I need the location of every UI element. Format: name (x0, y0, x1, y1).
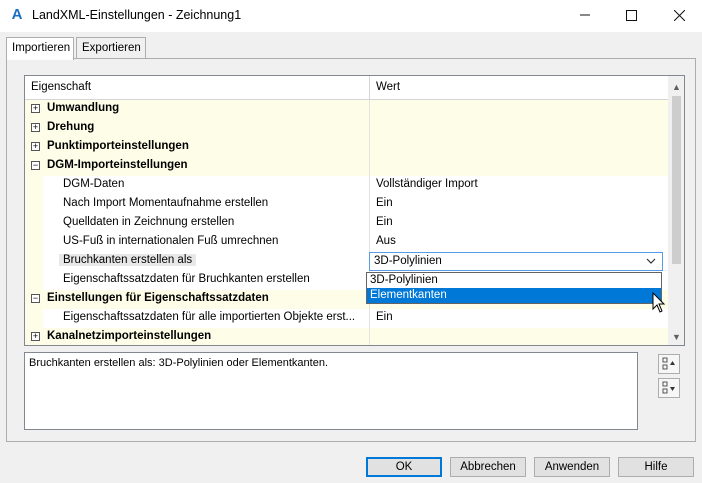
expand-icon[interactable]: + (31, 332, 40, 341)
row-label: Einstellungen für Eigenschaftssatzdaten (47, 292, 269, 304)
category-row-punktimport[interactable]: + Punktimporteinstellungen (25, 138, 668, 157)
row-label: Quelldaten in Zeichnung erstellen (25, 214, 369, 233)
column-header-property[interactable]: Eigenschaft (25, 76, 369, 100)
combobox-value: 3D-Polylinien (374, 255, 442, 267)
property-row-quelldaten[interactable]: Quelldaten in Zeichnung erstellen Ein (25, 214, 668, 233)
row-label: Eigenschaftssatzdaten für alle importier… (25, 309, 369, 328)
row-label: Bruchkanten erstellen als (59, 254, 197, 266)
scroll-up-icon[interactable]: ▲ (668, 78, 684, 95)
sort-down-icon (662, 381, 675, 394)
row-value[interactable]: Vollständiger Import (369, 176, 668, 195)
row-value (369, 138, 668, 157)
tab-exportieren[interactable]: Exportieren (76, 37, 146, 59)
row-label: Drehung (47, 121, 95, 133)
description-box: Bruchkanten erstellen als: 3D-Polylinien… (24, 352, 638, 430)
property-row-us-fuss[interactable]: US-Fuß in internationalen Fuß umrechnen … (25, 233, 668, 252)
row-value (369, 157, 668, 176)
category-row-drehung[interactable]: + Drehung (25, 119, 668, 138)
row-label: US-Fuß in internationalen Fuß umrechnen (25, 233, 369, 252)
grid-header: Eigenschaft Wert (25, 76, 668, 100)
row-label: Kanalnetzimporteinstellungen (47, 330, 212, 342)
ok-button[interactable]: OK (366, 457, 442, 477)
collapse-icon[interactable]: − (31, 161, 40, 170)
expand-icon[interactable]: + (31, 142, 40, 151)
dropdown-option-3d-polylinien[interactable]: 3D-Polylinien (367, 273, 661, 288)
row-value (369, 328, 668, 345)
maximize-icon (625, 9, 637, 21)
sort-up-icon (662, 357, 675, 370)
row-value[interactable]: Ein (369, 195, 668, 214)
close-button[interactable] (656, 0, 702, 30)
property-row-bruchkanten[interactable]: Bruchkanten erstellen als 3D-Polylinien (25, 252, 668, 271)
row-label: Eigenschaftssatzdaten für Bruchkanten er… (25, 271, 369, 290)
dropdown-option-elementkanten[interactable]: Elementkanten (367, 288, 661, 303)
minimize-icon (580, 14, 590, 16)
window-title: LandXML-Einstellungen - Zeichnung1 (32, 8, 242, 22)
category-row-umwandlung[interactable]: + Umwandlung (25, 100, 668, 119)
bruchkanten-combobox[interactable]: 3D-Polylinien (369, 252, 663, 271)
property-rows: + Umwandlung + Drehung + Punktimporteinstel… (25, 100, 668, 345)
mouse-cursor-icon (652, 292, 666, 313)
property-row-eigenschaftssatz-alle[interactable]: Eigenschaftssatzdaten für alle importier… (25, 309, 668, 328)
row-label: DGM-Importeinstellungen (47, 159, 188, 171)
bruchkanten-dropdown-list: 3D-Polylinien Elementkanten (366, 272, 662, 304)
scrollbar-thumb[interactable] (672, 96, 681, 264)
minimize-button[interactable] (562, 0, 608, 30)
row-label: DGM-Daten (25, 176, 369, 195)
row-label: Punktimporteinstellungen (47, 140, 189, 152)
maximize-button[interactable] (608, 0, 654, 30)
autocad-app-icon: A (11, 6, 23, 23)
expand-icon[interactable]: + (31, 123, 40, 132)
row-value[interactable]: Aus (369, 233, 668, 252)
apply-button[interactable]: Anwenden (534, 457, 610, 477)
row-label: Nach Import Momentaufnahme erstellen (25, 195, 369, 214)
property-row-momentaufnahme[interactable]: Nach Import Momentaufnahme erstellen Ein (25, 195, 668, 214)
close-icon (673, 9, 685, 21)
row-value[interactable]: Ein (369, 214, 668, 233)
column-header-value[interactable]: Wert (369, 76, 668, 100)
title-bar: A LandXML-Einstellungen - Zeichnung1 (0, 0, 702, 32)
tab-panel: Eigenschaft Wert + Umwandlung + Drehung + P… (6, 58, 696, 442)
tab-importieren[interactable]: Importieren (6, 37, 74, 60)
collapse-icon[interactable]: − (31, 294, 40, 303)
property-row-dgm-daten[interactable]: DGM-Daten Vollständiger Import (25, 176, 668, 195)
row-value[interactable]: Ein (369, 309, 668, 328)
row-value (369, 119, 668, 138)
cancel-button[interactable]: Abbrechen (450, 457, 526, 477)
expand-icon[interactable]: + (31, 104, 40, 113)
scroll-down-icon[interactable]: ▼ (668, 328, 684, 345)
row-value (369, 100, 668, 119)
dialog-button-bar: OK Abbrechen Anwenden Hilfe (0, 447, 702, 483)
property-grid: Eigenschaft Wert + Umwandlung + Drehung + P… (24, 75, 685, 346)
vertical-scrollbar[interactable]: ▲ ▼ (668, 76, 684, 345)
row-label: Umwandlung (47, 102, 120, 114)
category-row-kanalnetz[interactable]: + Kanalnetzimporteinstellungen (25, 328, 668, 345)
move-down-button[interactable] (658, 378, 680, 398)
move-up-button[interactable] (658, 354, 680, 374)
help-button[interactable]: Hilfe (618, 457, 694, 477)
chevron-down-icon[interactable] (646, 256, 656, 266)
category-row-dgm-import[interactable]: − DGM-Importeinstellungen (25, 157, 668, 176)
